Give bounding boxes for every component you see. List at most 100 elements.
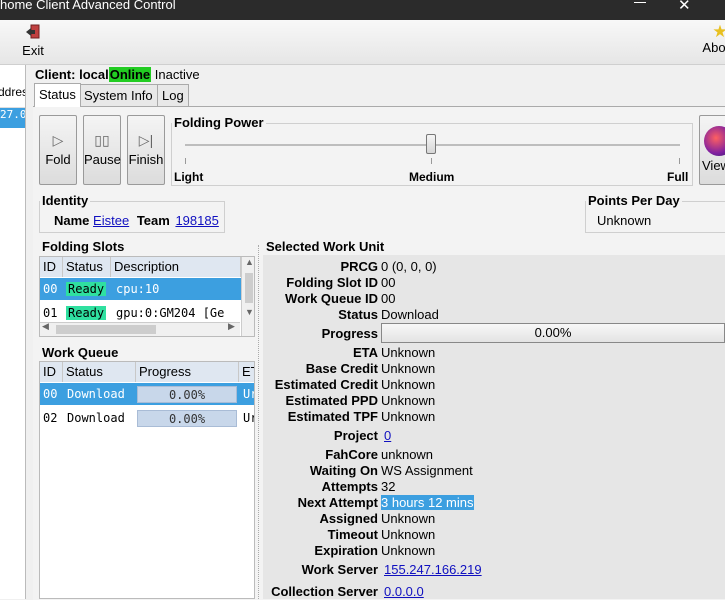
table-row[interactable]: 00 Ready cpu:10 <box>40 278 254 300</box>
collection-server-label: Collection Server <box>271 584 378 599</box>
exit-icon <box>26 24 40 39</box>
finish-button[interactable]: ▷| Finish <box>127 115 165 185</box>
tab-system-info[interactable]: System Info <box>79 84 158 106</box>
power-slider-handle[interactable] <box>426 134 436 154</box>
queue-id-label: Work Queue ID <box>285 291 378 306</box>
collection-server-link[interactable]: 0.0.0.0 <box>384 584 424 599</box>
work-queue-title: Work Queue <box>40 345 121 360</box>
scroll-down-icon: ▼ <box>245 307 254 317</box>
work-queue-table: ID Status Progress ET 00 Download 0.00% … <box>39 361 255 599</box>
folding-slots-title: Folding Slots <box>40 239 127 254</box>
viewer-button[interactable]: View <box>699 115 725 185</box>
toolbar: Exit ★ Abo <box>0 20 725 65</box>
ppd-title: Points Per Day <box>586 193 682 208</box>
tab-status[interactable]: Status <box>34 83 81 107</box>
project-link[interactable]: 0 <box>384 428 391 443</box>
progress-label: Progress <box>321 326 378 341</box>
window-title: home Client Advanced Control <box>0 0 176 12</box>
eta-label: ETA <box>352 345 378 360</box>
finish-icon: ▷| <box>138 132 154 148</box>
title-bar: home Client Advanced Control ✕ <box>0 0 725 20</box>
exit-button[interactable]: Exit <box>18 24 48 58</box>
about-label: Abo <box>702 40 725 55</box>
queue-id-value: 00 <box>381 291 396 306</box>
queue-id: 00 <box>43 387 58 401</box>
slider-tick <box>679 158 680 164</box>
slot-id-value: 00 <box>381 275 396 290</box>
power-medium-label: Medium <box>409 170 455 184</box>
slot-status: Ready <box>66 306 107 320</box>
power-full-label: Full <box>667 170 689 184</box>
queue-status: Download <box>67 411 125 425</box>
client-list-header: ddres <box>0 85 25 108</box>
team-label: Team <box>136 213 170 228</box>
estimated-tpf-label: Estimated TPF <box>287 409 378 424</box>
eta-value: Unknown <box>381 345 436 360</box>
status-label: Status <box>338 307 378 322</box>
team-link[interactable]: 198185 <box>175 213 218 228</box>
queue-progress: 0.00% <box>137 386 237 403</box>
next-attempt-value[interactable]: 3 hours 12 mins <box>381 495 474 510</box>
client-list: ddres 27.0 <box>0 65 26 599</box>
tab-log[interactable]: Log <box>157 84 189 106</box>
vertical-scrollbar[interactable]: ▲ ▼ <box>241 257 254 336</box>
protein-viewer-icon <box>704 126 725 156</box>
star-icon: ★ <box>712 22 725 41</box>
next-attempt-label: Next Attempt <box>297 495 378 510</box>
power-light-label: Light <box>174 170 204 184</box>
work-server-link[interactable]: 155.247.166.219 <box>384 562 482 577</box>
table-row[interactable]: 02 Download 0.00% Ur <box>40 407 254 429</box>
attempts-value: 32 <box>381 479 396 494</box>
waiting-on-label: Waiting On <box>309 463 378 478</box>
name-label: Name <box>54 213 90 228</box>
fold-label: Fold <box>45 152 71 167</box>
column-header-id[interactable]: ID <box>40 257 63 277</box>
fahcore-value: unknown <box>381 447 434 462</box>
identity-line: Name Eistee Team 198185 <box>54 213 219 228</box>
column-header-status[interactable]: Status <box>63 362 136 382</box>
slot-description: cpu:10 <box>116 282 160 296</box>
pause-button[interactable]: ▯▯ Pause <box>83 115 121 185</box>
timeout-value: Unknown <box>381 527 436 542</box>
panel-splitter[interactable] <box>258 245 261 599</box>
finish-label: Finish <box>128 152 164 167</box>
column-header-description[interactable]: Description <box>111 257 241 277</box>
queue-eta: Ur <box>243 411 254 425</box>
close-icon[interactable]: ✕ <box>678 0 691 14</box>
assigned-label: Assigned <box>319 511 378 526</box>
table-row[interactable]: 01 Ready gpu:0:GM204 [Ge <box>40 302 254 324</box>
online-badge: Online <box>108 67 152 82</box>
base-credit-label: Base Credit <box>305 361 378 376</box>
column-header-progress[interactable]: Progress <box>136 362 239 382</box>
project-label: Project <box>333 428 378 443</box>
column-header-status[interactable]: Status <box>63 257 111 277</box>
about-button[interactable]: ★ Abo <box>700 22 725 55</box>
queue-status: Download <box>67 387 125 401</box>
slot-id: 00 <box>43 282 58 296</box>
identity-title: Identity <box>40 193 91 208</box>
folding-slots-table: ID Status Description 00 Ready cpu:10 01… <box>39 256 255 337</box>
scroll-right-icon: ▶ <box>228 321 235 331</box>
client-prefix: Client: <box>35 67 76 82</box>
estimated-credit-label: Estimated Credit <box>274 377 378 392</box>
estimated-ppd-value: Unknown <box>381 393 436 408</box>
column-header-id[interactable]: ID <box>40 362 63 382</box>
queue-id: 02 <box>43 411 58 425</box>
client-list-item[interactable]: 27.0 <box>0 108 25 128</box>
estimated-credit-value: Unknown <box>381 377 436 392</box>
column-header-eta[interactable]: ET <box>239 362 254 382</box>
table-row[interactable]: 00 Download 0.00% Ur <box>40 383 254 405</box>
slot-description: gpu:0:GM204 [Ge <box>116 306 225 320</box>
user-name-link[interactable]: Eistee <box>93 213 129 228</box>
ppd-value: Unknown <box>597 213 652 228</box>
slider-tick <box>185 158 186 164</box>
fold-button[interactable]: ▷ Fold <box>39 115 77 185</box>
client-state: Inactive <box>154 67 200 82</box>
exit-label: Exit <box>22 43 44 58</box>
slot-id-label: Folding Slot ID <box>286 275 378 290</box>
viewer-label: View <box>702 158 725 173</box>
horizontal-scrollbar[interactable]: ◀ ▶ <box>40 321 240 336</box>
expiration-label: Expiration <box>314 543 378 558</box>
fahcore-label: FahCore <box>325 447 378 462</box>
prcg-value: 0 (0, 0, 0) <box>381 259 437 274</box>
